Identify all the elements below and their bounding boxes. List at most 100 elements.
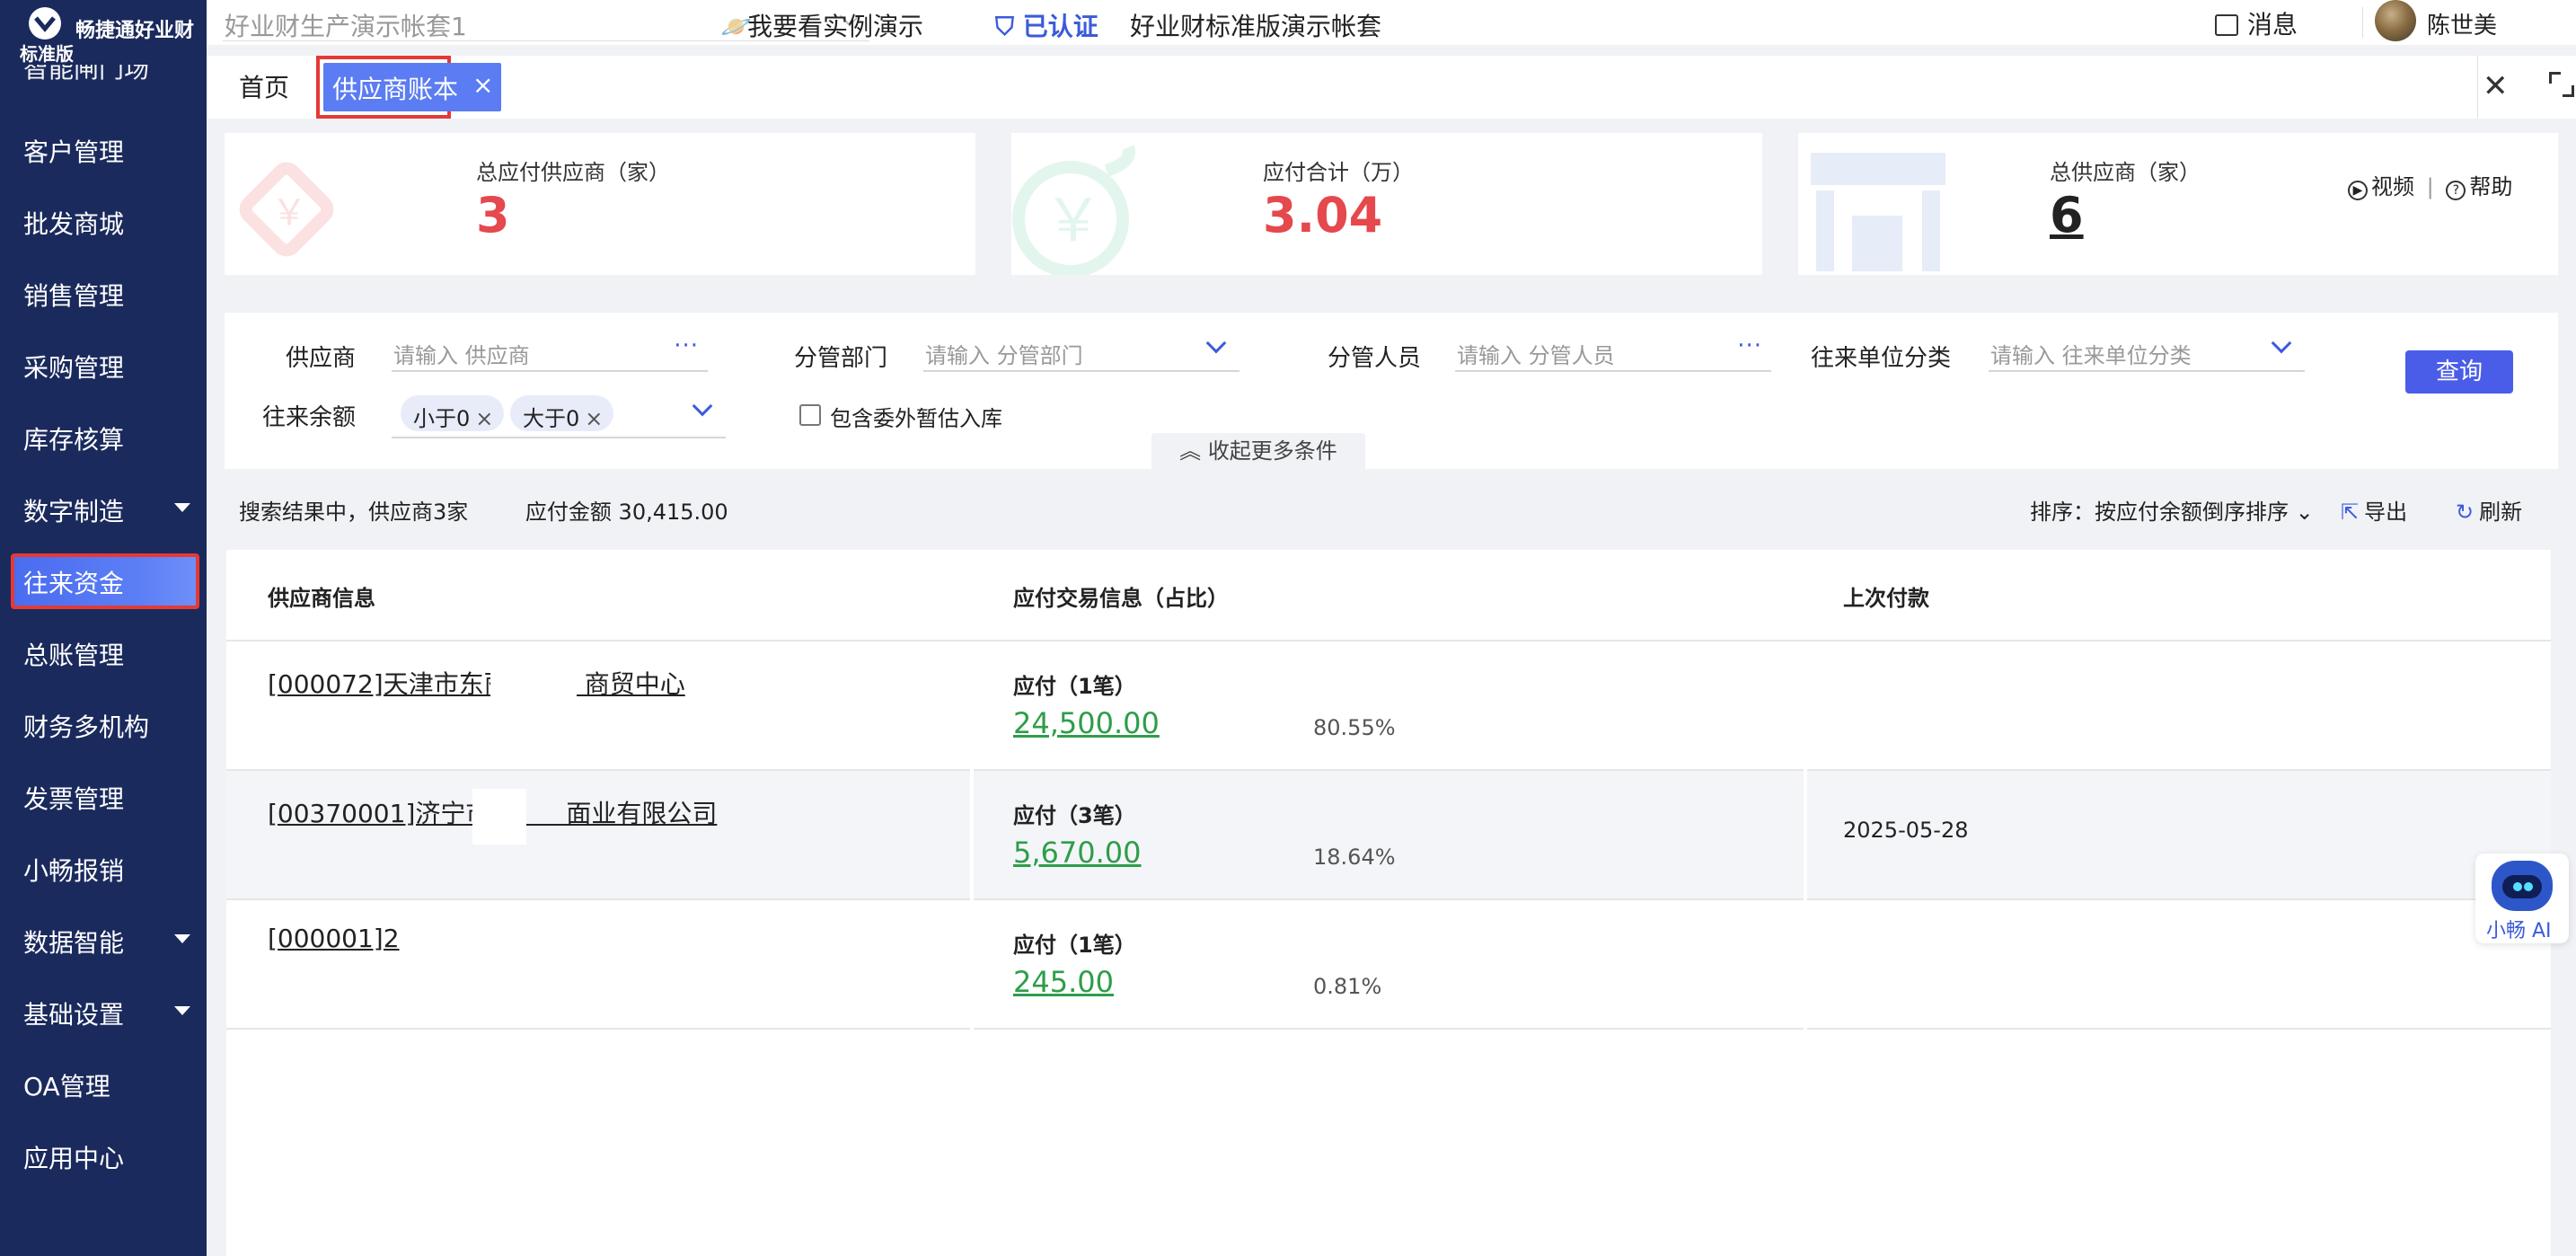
dept-select[interactable]: 请输入 分管部门 xyxy=(923,332,1239,372)
certified-badge[interactable]: ⛉ 已认证 xyxy=(995,7,1098,43)
payable-amount-link[interactable]: 245.00 xyxy=(1013,965,1114,999)
sidebar-item[interactable]: 往来资金 xyxy=(0,544,207,616)
app-edition: 标准版 xyxy=(20,43,74,65)
cell-divider xyxy=(970,900,974,1030)
refresh-icon: ↻ xyxy=(2456,500,2475,525)
filter-chip[interactable]: 大于0 × xyxy=(510,395,614,431)
close-icon[interactable]: × xyxy=(475,406,493,431)
payable-amount-link[interactable]: 24,500.00 xyxy=(1013,706,1160,740)
user-name[interactable]: 陈世美 xyxy=(2427,7,2497,40)
total-suppliers-value[interactable]: 6 xyxy=(2050,187,2084,243)
account-select-value: 好业财生产演示帐套1 xyxy=(225,12,467,41)
payable-percent: 80.55% xyxy=(1313,715,1396,740)
sidebar-item-label: 发票管理 xyxy=(23,784,125,814)
refresh-button[interactable]: ↻ 刷新 xyxy=(2456,494,2522,526)
table-row: [000072]天津市东丽 商贸中心 应付（1笔） 24,500.00 80.55% xyxy=(226,641,2551,771)
export-button[interactable]: ⇱ 导出 xyxy=(2341,494,2407,526)
sidebar-item-label: 基础设置 xyxy=(23,1000,125,1030)
avatar[interactable] xyxy=(2375,0,2416,41)
column-header-last-payment: 上次付款 xyxy=(1843,586,1929,611)
chevron-down-icon xyxy=(692,395,713,417)
payable-percent: 18.64% xyxy=(1313,845,1396,870)
category-select[interactable]: 请输入 往来单位分类 xyxy=(1989,332,2305,372)
sidebar-item-label: 库存核算 xyxy=(23,425,125,455)
video-label: 视频 xyxy=(2371,174,2414,199)
video-link[interactable]: ▶ 视频 xyxy=(2348,174,2414,200)
sidebar-item[interactable]: 总账管理 xyxy=(0,616,207,688)
app-brand: 畅捷通好业财 xyxy=(75,20,195,42)
play-icon: ▶ xyxy=(2348,181,2368,200)
supplier-table: 供应商信息 应付交易信息（占比） 上次付款 [000072]天津市东丽 商贸中心… xyxy=(226,550,2551,1256)
query-button[interactable]: 查询 xyxy=(2405,350,2513,394)
sidebar-item[interactable]: 销售管理 xyxy=(0,257,207,329)
filter-chip-label: 小于0 xyxy=(413,406,471,431)
collapse-filters-button[interactable]: ︽ 收起更多条件 xyxy=(1151,433,1365,471)
sidebar-item[interactable]: 客户管理 xyxy=(0,113,207,185)
sidebar-item-label: 应用中心 xyxy=(23,1144,125,1173)
close-all-tabs-icon[interactable]: ✕ xyxy=(2483,68,2509,104)
sidebar-item[interactable]: 财务多机构 xyxy=(0,688,207,760)
redaction-mask xyxy=(472,789,526,845)
payable-total-value: 3.04 xyxy=(1263,187,1383,243)
sidebar-item[interactable]: OA管理 xyxy=(0,1048,207,1119)
messages-button[interactable]: 消息 xyxy=(2215,5,2298,41)
tab-home[interactable]: 首页 xyxy=(239,68,289,104)
filter-chip[interactable]: 小于0 × xyxy=(401,395,505,431)
export-label: 导出 xyxy=(2364,500,2408,525)
divider xyxy=(2362,7,2363,38)
filter-chip-label: 大于0 xyxy=(523,406,580,431)
demo-link[interactable]: 🪐我要看实例演示 xyxy=(720,7,923,43)
staff-input[interactable]: 请输入 分管人员 ··· xyxy=(1455,332,1771,372)
tab-supplier-ledger[interactable]: 供应商账本 × xyxy=(316,56,501,119)
balance-filter-label: 往来余额 xyxy=(262,404,357,431)
supplier-name-link[interactable]: [000072]天津市东丽 商贸中心 xyxy=(268,665,685,701)
caret-down-icon xyxy=(174,934,190,943)
sidebar-item-partial[interactable]: 智能闸门场 xyxy=(23,65,149,88)
sidebar-item-label: 客户管理 xyxy=(23,137,125,167)
fullscreen-icon[interactable] xyxy=(2549,72,2574,97)
certified-label: 已认证 xyxy=(1022,12,1098,41)
supplier-input[interactable]: 请输入 供应商 ··· xyxy=(392,332,708,372)
help-link[interactable]: ? 帮助 xyxy=(2446,174,2513,200)
top-bar: 好业财生产演示帐套1 🪐我要看实例演示 ⛉ 已认证 好业财标准版演示帐套 消息 … xyxy=(207,0,2576,45)
close-icon[interactable]: × xyxy=(585,406,603,431)
sidebar-item-label: 往来资金 xyxy=(23,569,125,598)
sidebar-item[interactable]: 基础设置 xyxy=(0,976,207,1048)
sidebar-item[interactable]: 应用中心 xyxy=(0,1119,207,1191)
more-icon[interactable]: ··· xyxy=(1737,332,1762,359)
include-outsourced-checkbox[interactable] xyxy=(799,404,821,426)
supplier-name-link[interactable]: [000001]2 xyxy=(268,924,400,953)
payable-amount-link[interactable]: 5,670.00 xyxy=(1013,836,1142,870)
column-header-payable: 应付交易信息（占比） xyxy=(1013,586,1229,611)
separator: | xyxy=(2426,174,2434,199)
ai-assistant-button[interactable]: 小畅 AI xyxy=(2475,854,2569,943)
app-logo[interactable]: 畅捷通好业财 标准版 xyxy=(0,0,207,65)
more-icon[interactable]: ··· xyxy=(674,332,699,359)
sidebar-item-label: 总账管理 xyxy=(23,641,125,670)
sidebar-item[interactable]: 采购管理 xyxy=(0,329,207,401)
cell-divider xyxy=(970,771,974,900)
staff-filter-label: 分管人员 xyxy=(1328,345,1422,372)
include-outsourced-label: 包含委外暂估入库 xyxy=(830,406,1002,431)
result-summary: 搜索结果中，供应商3家 应付金额 30,415.00 xyxy=(239,494,728,526)
close-icon[interactable]: × xyxy=(472,70,493,100)
tab-supplier-ledger-label: 供应商账本 xyxy=(332,75,459,104)
payable-count: 应付（1笔） xyxy=(1013,933,1136,958)
sidebar-item[interactable]: 数据智能 xyxy=(0,904,207,976)
sidebar-item[interactable]: 小畅报销 xyxy=(0,832,207,904)
sort-select[interactable]: 排序：按应付余额倒序排序 ⌄ xyxy=(2030,494,2314,526)
payable-suppliers-value: 3 xyxy=(476,187,510,243)
messages-label: 消息 xyxy=(2247,10,2298,40)
sidebar: 畅捷通好业财 标准版 智能闸门场 客户管理批发商城 销售管理 采购管理库存核算数字制… xyxy=(0,0,207,1256)
sidebar-item[interactable]: 批发商城 xyxy=(0,185,207,257)
sidebar-item[interactable]: 发票管理 xyxy=(0,760,207,832)
cell-divider xyxy=(1804,641,1807,771)
help-label: 帮助 xyxy=(2469,174,2513,199)
sidebar-item[interactable]: 数字制造 xyxy=(0,473,207,544)
category-select-placeholder: 请输入 往来单位分类 xyxy=(1990,343,2192,368)
payable-count: 应付（3笔） xyxy=(1013,803,1136,828)
sidebar-item[interactable]: 库存核算 xyxy=(0,401,207,473)
supplier-filter-label: 供应商 xyxy=(286,345,357,372)
ai-assistant-label: 小畅 AI xyxy=(2486,920,2552,942)
staff-input-placeholder: 请输入 分管人员 xyxy=(1457,343,1615,368)
